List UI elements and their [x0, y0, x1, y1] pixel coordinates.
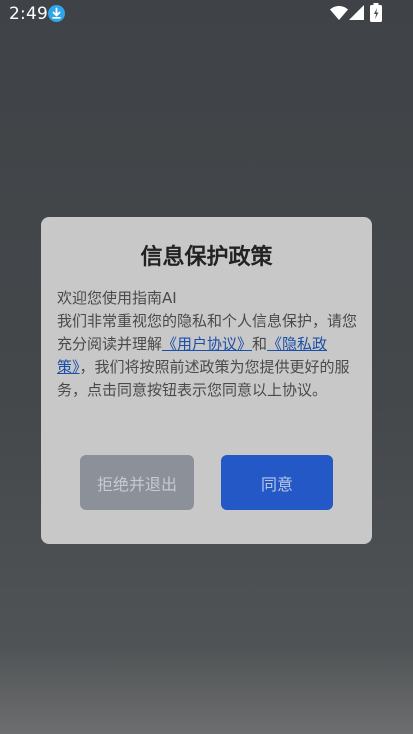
dialog-body: 欢迎您使用指南AI 我们非常重视您的隐私和个人信息保护，请您充分阅读并理解《用户…: [57, 287, 357, 402]
download-icon: [48, 5, 65, 22]
battery-icon: [370, 3, 382, 22]
dialog-title: 信息保护政策: [140, 245, 273, 270]
policy-text-and: 和: [252, 335, 268, 353]
agree-button[interactable]: 同意: [221, 455, 333, 510]
policy-text-suffix: ，我们将按照前述政策为您提供更好的服务，点击同意按钮表示您同意以上协议。: [57, 358, 350, 399]
user-agreement-link[interactable]: 《用户协议》: [162, 335, 252, 353]
reject-and-exit-button[interactable]: 拒绝并退出: [80, 455, 194, 510]
welcome-text: 欢迎您使用指南AI: [57, 289, 177, 307]
status-time: 2:49: [9, 4, 48, 24]
wifi-icon: [330, 6, 348, 20]
policy-text: 我们非常重视您的隐私和个人信息保护，请您充分阅读并理解《用户协议》和《隐私政策》…: [57, 310, 357, 402]
signal-icon: [349, 5, 364, 20]
privacy-policy-dialog: 信息保护政策 欢迎您使用指南AI 我们非常重视您的隐私和个人信息保护，请您充分阅…: [41, 217, 372, 544]
status-bar: 2:49: [0, 0, 413, 28]
